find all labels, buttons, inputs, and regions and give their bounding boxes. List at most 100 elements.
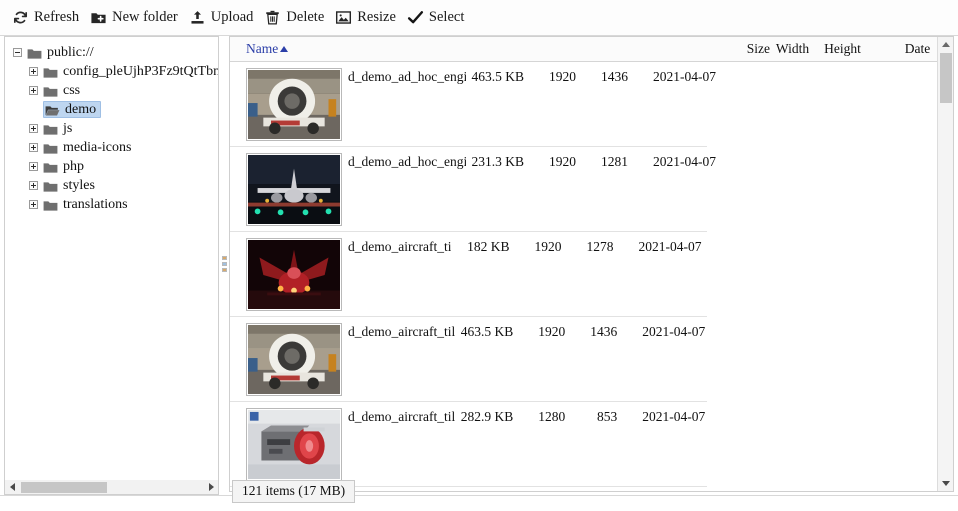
expand-toggle-icon[interactable]: [29, 67, 38, 76]
tree-item-translations[interactable]: translations: [5, 195, 218, 214]
delete-button[interactable]: Delete: [262, 5, 333, 31]
column-header-size[interactable]: Size: [730, 41, 770, 57]
new-folder-icon: [91, 13, 106, 24]
resize-button[interactable]: Resize: [333, 5, 405, 31]
file-metadata: d_demo_ad_hoc_enginge 231.3 KB 1920 1281…: [348, 153, 716, 170]
file-width: 1920: [549, 68, 576, 84]
column-header-date[interactable]: Date: [895, 41, 940, 57]
column-header-width[interactable]: Width: [770, 41, 815, 57]
leaf-node-spacer: [29, 105, 38, 114]
upload-button[interactable]: Upload: [187, 5, 263, 31]
tree-item-css-label: css: [63, 82, 81, 98]
tree-item-css[interactable]: css: [5, 81, 218, 100]
tree-item-js-label: js: [63, 120, 73, 136]
column-header-name[interactable]: Name: [246, 41, 289, 57]
folder-icon: [43, 66, 58, 78]
tree-item-config[interactable]: config_pleUjhP3Fz9tQtTbn-SB_yP: [5, 62, 218, 81]
thumbnail[interactable]: [246, 323, 342, 396]
file-list-panel: Name Size Width Height Date d_demo_ad_ho…: [229, 36, 954, 492]
thumbnail-image-jet-engine-hangar: [248, 325, 340, 394]
refresh-icon: [13, 11, 28, 24]
tree-item-styles[interactable]: styles: [5, 176, 218, 195]
tree-horizontal-scrollbar[interactable]: [4, 480, 219, 495]
new-folder-button[interactable]: New folder: [88, 5, 187, 31]
file-name[interactable]: d_demo_ad_hoc_enginge: [348, 154, 466, 170]
sort-ascending-icon: [280, 46, 289, 52]
scroll-thumb[interactable]: [21, 481, 107, 493]
tree-item-media-icons[interactable]: media-icons: [5, 138, 218, 157]
delete-button-label: Delete: [286, 9, 325, 25]
file-date: 2021-04-07: [653, 68, 716, 84]
tree-item-translations-label: translations: [63, 196, 128, 212]
file-date: 2021-04-07: [642, 408, 706, 424]
file-size: 463.5 KB: [471, 68, 524, 84]
tree-item-media-icons-label: media-icons: [63, 139, 132, 155]
folder-tree-panel[interactable]: public:// config_pleUjhP3Fz9tQtTbn-SB_yP…: [4, 36, 219, 492]
expand-toggle-icon[interactable]: [29, 86, 38, 95]
scroll-track[interactable]: [19, 481, 204, 494]
expand-toggle-icon[interactable]: [29, 200, 38, 209]
file-width: 1920: [538, 323, 566, 339]
scroll-up-button[interactable]: [938, 37, 953, 52]
tree-item-demo[interactable]: demo: [5, 100, 218, 119]
expand-toggle-icon[interactable]: [29, 143, 38, 152]
thumbnail[interactable]: [246, 238, 342, 311]
status-bar: 121 items (17 MB): [232, 480, 356, 503]
file-size: 282.9 KB: [460, 408, 514, 424]
table-row[interactable]: d_demo_ad_hoc_enginge 463.5 KB 1920 1436…: [230, 62, 716, 147]
thumbnail-image-fighter-jet-red: [248, 240, 340, 309]
column-header-name-label: Name: [246, 41, 279, 56]
panel-splitter[interactable]: [221, 36, 229, 492]
select-button[interactable]: Select: [405, 5, 473, 31]
file-name[interactable]: d_demo_aircraft_til: [348, 409, 455, 425]
window-footer: [0, 495, 958, 511]
folder-open-icon: [45, 104, 60, 116]
folder-icon: [43, 161, 58, 173]
expand-toggle-icon[interactable]: [29, 181, 38, 190]
scroll-down-button[interactable]: [938, 476, 953, 491]
file-name[interactable]: d_demo_aircraft_ti: [348, 239, 451, 255]
file-width: 1280: [538, 408, 566, 424]
file-list-vertical-scrollbar[interactable]: [937, 37, 953, 491]
file-name[interactable]: d_demo_ad_hoc_enginge: [348, 69, 466, 85]
folder-icon: [43, 180, 58, 192]
tree-item-styles-label: styles: [63, 177, 95, 193]
folder-icon: [43, 85, 58, 97]
refresh-button[interactable]: Refresh: [10, 5, 88, 31]
thumbnail[interactable]: [246, 153, 342, 226]
table-row[interactable]: d_demo_ad_hoc_enginge 231.3 KB 1920 1281…: [230, 147, 716, 232]
thumbnail[interactable]: [246, 68, 342, 141]
file-height: 1436: [590, 323, 618, 339]
tree-item-public[interactable]: public://: [5, 43, 218, 62]
file-name[interactable]: d_demo_aircraft_til: [348, 324, 455, 340]
file-width: 1920: [534, 238, 562, 254]
chevron-down-icon: [942, 481, 950, 486]
table-row[interactable]: d_demo_aircraft_ti 182 KB 1920 1278 2021…: [230, 232, 707, 317]
thumbnail[interactable]: [246, 408, 342, 481]
file-height: 1436: [601, 68, 628, 84]
expand-toggle-icon[interactable]: [29, 124, 38, 133]
file-height: 1278: [586, 238, 614, 254]
column-header-height[interactable]: Height: [820, 41, 865, 57]
file-size: 231.3 KB: [471, 153, 524, 169]
file-date: 2021-04-07: [642, 323, 706, 339]
expand-toggle-icon[interactable]: [29, 162, 38, 171]
file-date: 2021-04-07: [638, 238, 702, 254]
new-folder-button-label: New folder: [112, 9, 178, 25]
splitter-grip[interactable]: [222, 253, 227, 275]
thumbnail-image-engine-cutaway-red: [248, 410, 340, 479]
scroll-thumb[interactable]: [940, 53, 952, 103]
tree-item-demo-label: demo: [65, 101, 97, 117]
folder-icon: [27, 47, 42, 59]
scroll-left-button[interactable]: [5, 481, 19, 494]
scroll-right-button[interactable]: [204, 481, 218, 494]
upload-icon: [191, 11, 204, 24]
collapse-toggle-icon[interactable]: [13, 48, 22, 57]
table-row[interactable]: d_demo_aircraft_til 463.5 KB 1920 1436 2…: [230, 317, 707, 402]
resize-button-label: Resize: [357, 9, 396, 25]
tree-item-js[interactable]: js: [5, 119, 218, 138]
table-row[interactable]: d_demo_aircraft_til 282.9 KB 1280 853 20…: [230, 402, 707, 487]
tree-item-php[interactable]: php: [5, 157, 218, 176]
select-button-label: Select: [428, 9, 465, 25]
file-date: 2021-04-07: [653, 153, 716, 169]
